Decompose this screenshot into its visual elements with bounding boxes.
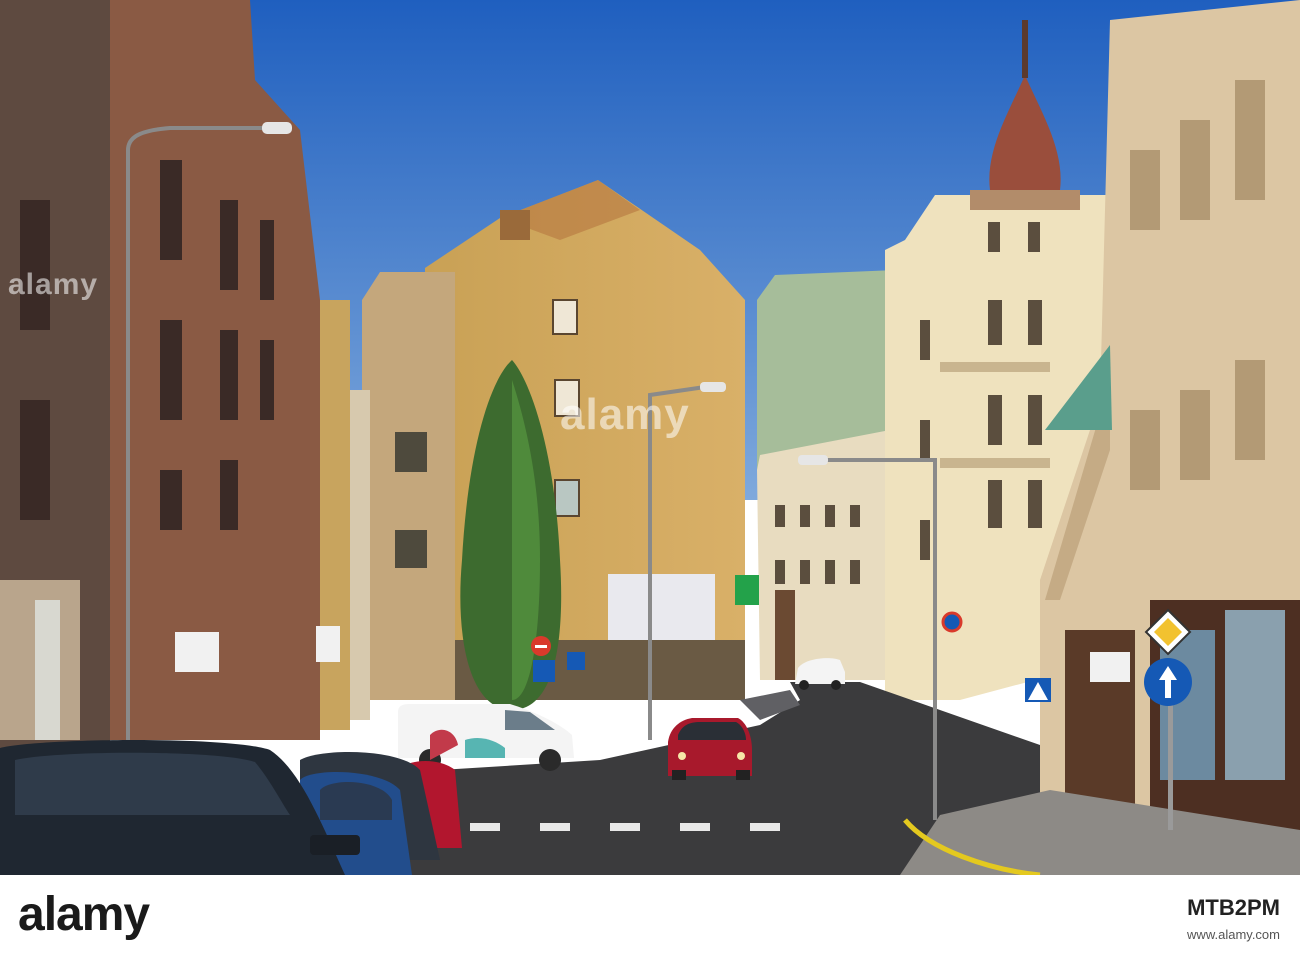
stock-footer: alamy MTB2PM www.alamy.com: [0, 875, 1300, 964]
image-id: MTB2PM: [1187, 895, 1280, 920]
street-scene: [0, 0, 1300, 875]
alamy-logo[interactable]: alamy: [18, 887, 150, 942]
grey-tower: [362, 272, 455, 700]
street-photo: alamy alamy: [0, 0, 1300, 875]
footer-info: MTB2PM www.alamy.com: [1187, 895, 1280, 942]
blank-billboard: [608, 574, 715, 640]
site-url[interactable]: www.alamy.com: [1187, 927, 1280, 942]
